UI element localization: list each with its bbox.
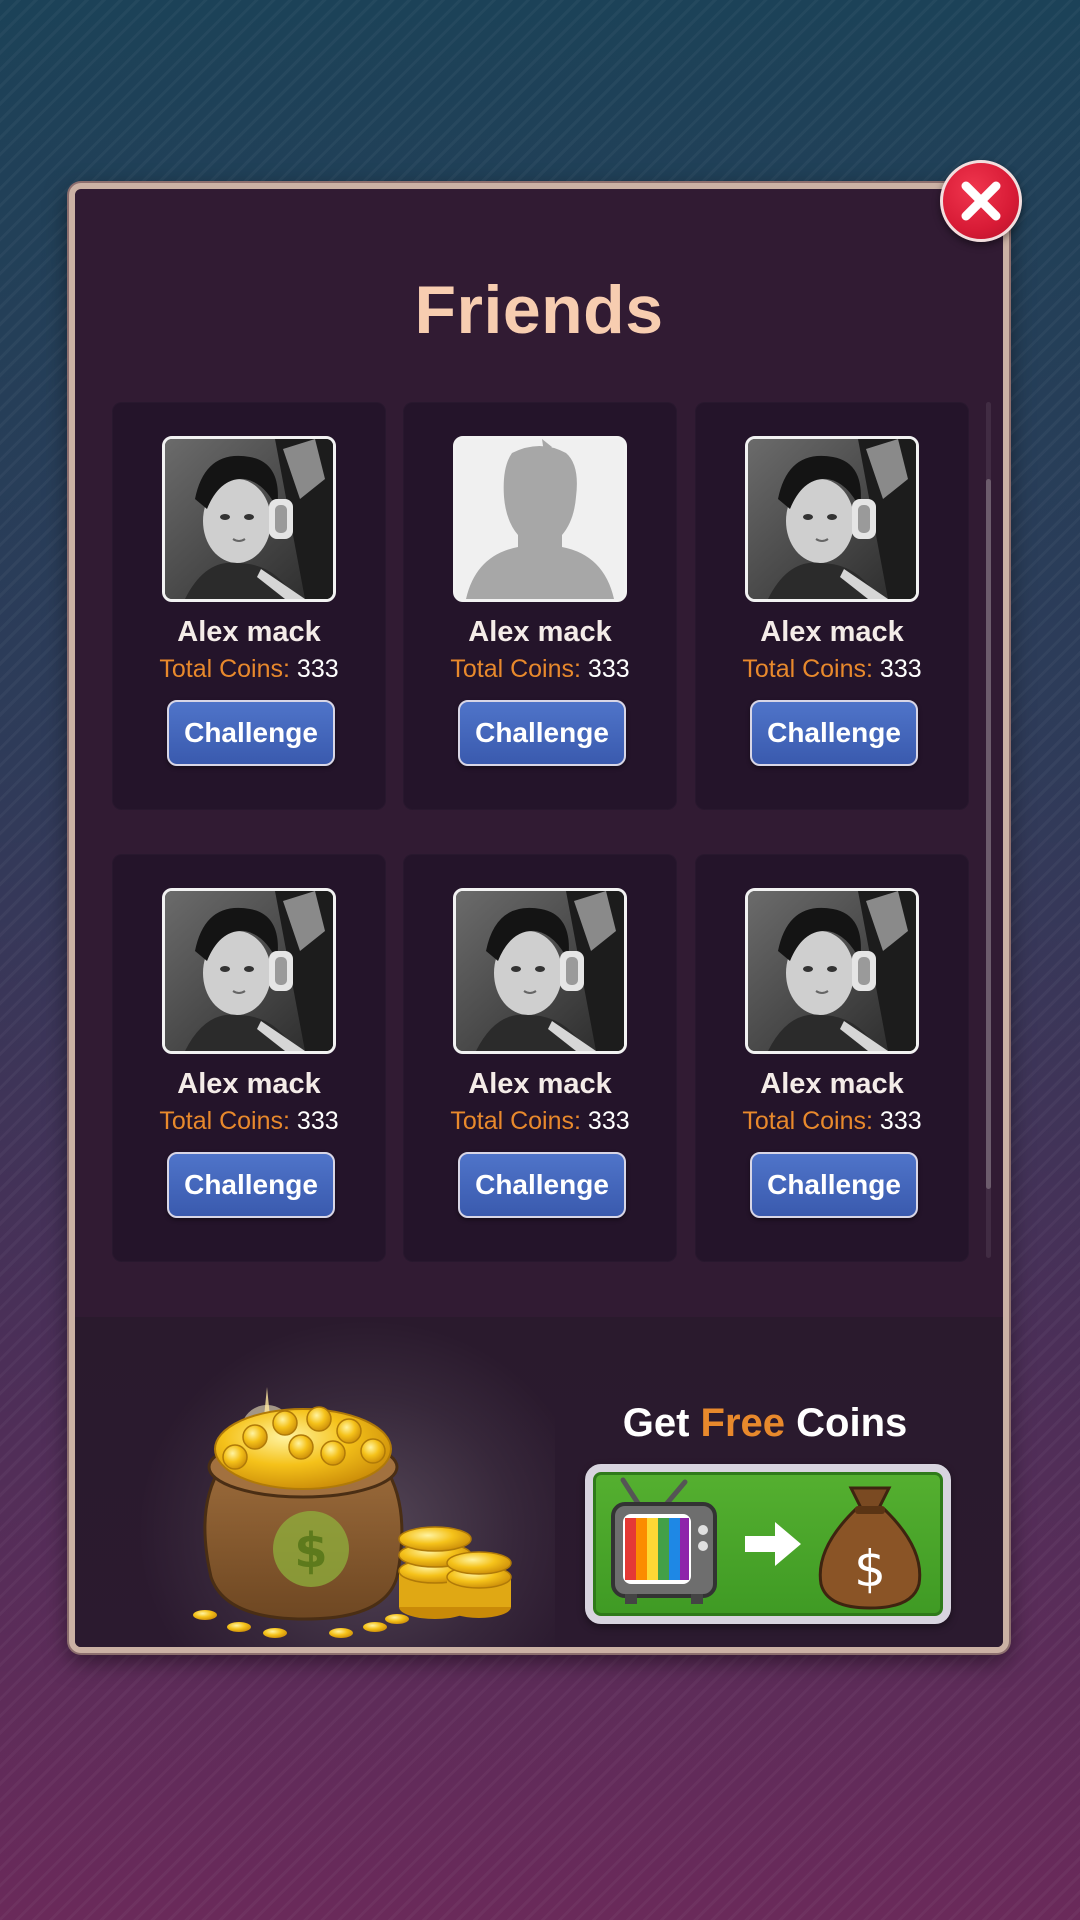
free-coins-get: Get: [622, 1401, 690, 1445]
friend-card: Alex mack Total Coins: 333 Challenge: [695, 402, 969, 810]
avatar-photo-icon: [165, 439, 333, 599]
friend-card: Alex mack Total Coins: 333 Challenge: [403, 854, 677, 1262]
challenge-button[interactable]: Challenge: [458, 1152, 626, 1218]
friend-avatar[interactable]: [745, 888, 919, 1054]
friend-coins: Total Coins: 333: [403, 655, 677, 684]
friend-coins: Total Coins: 333: [695, 655, 969, 684]
coins-value: 333: [587, 655, 630, 683]
friend-coins: Total Coins: 333: [112, 1107, 386, 1136]
coins-label: Total Coins:: [742, 1107, 873, 1135]
coins-value: 333: [879, 1107, 922, 1135]
money-bag-icon: $: [818, 1486, 922, 1610]
free-coins-free: Free: [700, 1401, 786, 1445]
free-coins-title: Get Free Coins: [565, 1401, 965, 1446]
coins-label: Total Coins:: [159, 1107, 290, 1135]
friend-coins: Total Coins: 333: [112, 655, 386, 684]
svg-text:$: $: [294, 1523, 327, 1579]
coins-value: 333: [587, 1107, 630, 1135]
free-coins-coins: Coins: [796, 1401, 908, 1445]
coins-label: Total Coins:: [159, 655, 290, 683]
challenge-button[interactable]: Challenge: [167, 1152, 335, 1218]
friend-coins: Total Coins: 333: [403, 1107, 677, 1136]
friend-avatar[interactable]: [453, 436, 627, 602]
friend-avatar[interactable]: [162, 888, 336, 1054]
challenge-button[interactable]: Challenge: [167, 700, 335, 766]
friend-name: Alex mack: [468, 616, 612, 648]
friend-avatar[interactable]: [745, 436, 919, 602]
coins-value: 333: [879, 655, 922, 683]
friend-avatar[interactable]: [162, 436, 336, 602]
free-coins-section: $ Get Free Coins $: [75, 1317, 1003, 1647]
coins-label: Total Coins:: [450, 655, 581, 683]
avatar-placeholder-icon: [456, 439, 624, 599]
coins-label: Total Coins:: [450, 1107, 581, 1135]
coins-value: 333: [296, 1107, 339, 1135]
challenge-button[interactable]: Challenge: [750, 700, 918, 766]
friends-dialog: Friends Alex mack Total Coins: 333 Chall…: [69, 183, 1009, 1653]
avatar-photo-icon: [748, 439, 916, 599]
friend-card: Alex mack Total Coins: 333 Challenge: [695, 854, 969, 1262]
friend-name: Alex mack: [468, 1068, 612, 1100]
svg-text:$: $: [854, 1540, 886, 1598]
avatar-photo-icon: [748, 891, 916, 1051]
avatar-photo-icon: [456, 891, 624, 1051]
friend-card: Alex mack Total Coins: 333 Challenge: [112, 402, 386, 810]
friend-avatar[interactable]: [453, 888, 627, 1054]
close-icon: [961, 181, 1001, 221]
friend-name: Alex mack: [177, 616, 321, 648]
coin-bag-icon: $: [193, 1387, 512, 1638]
avatar-photo-icon: [165, 891, 333, 1051]
friend-name: Alex mack: [177, 1068, 321, 1100]
arrow-right-icon: [745, 1522, 801, 1566]
coins-value: 333: [296, 655, 339, 683]
friend-coins: Total Coins: 333: [695, 1107, 969, 1136]
coins-label: Total Coins:: [742, 655, 873, 683]
friend-name: Alex mack: [760, 1068, 904, 1100]
watch-ad-button[interactable]: $: [585, 1464, 951, 1624]
challenge-button[interactable]: Challenge: [750, 1152, 918, 1218]
scrollbar-thumb[interactable]: [986, 479, 991, 1189]
friend-card: Alex mack Total Coins: 333 Challenge: [403, 402, 677, 810]
challenge-button[interactable]: Challenge: [458, 700, 626, 766]
tv-icon: [611, 1477, 717, 1604]
friend-name: Alex mack: [760, 616, 904, 648]
close-button[interactable]: [940, 160, 1022, 242]
friend-card: Alex mack Total Coins: 333 Challenge: [112, 854, 386, 1262]
